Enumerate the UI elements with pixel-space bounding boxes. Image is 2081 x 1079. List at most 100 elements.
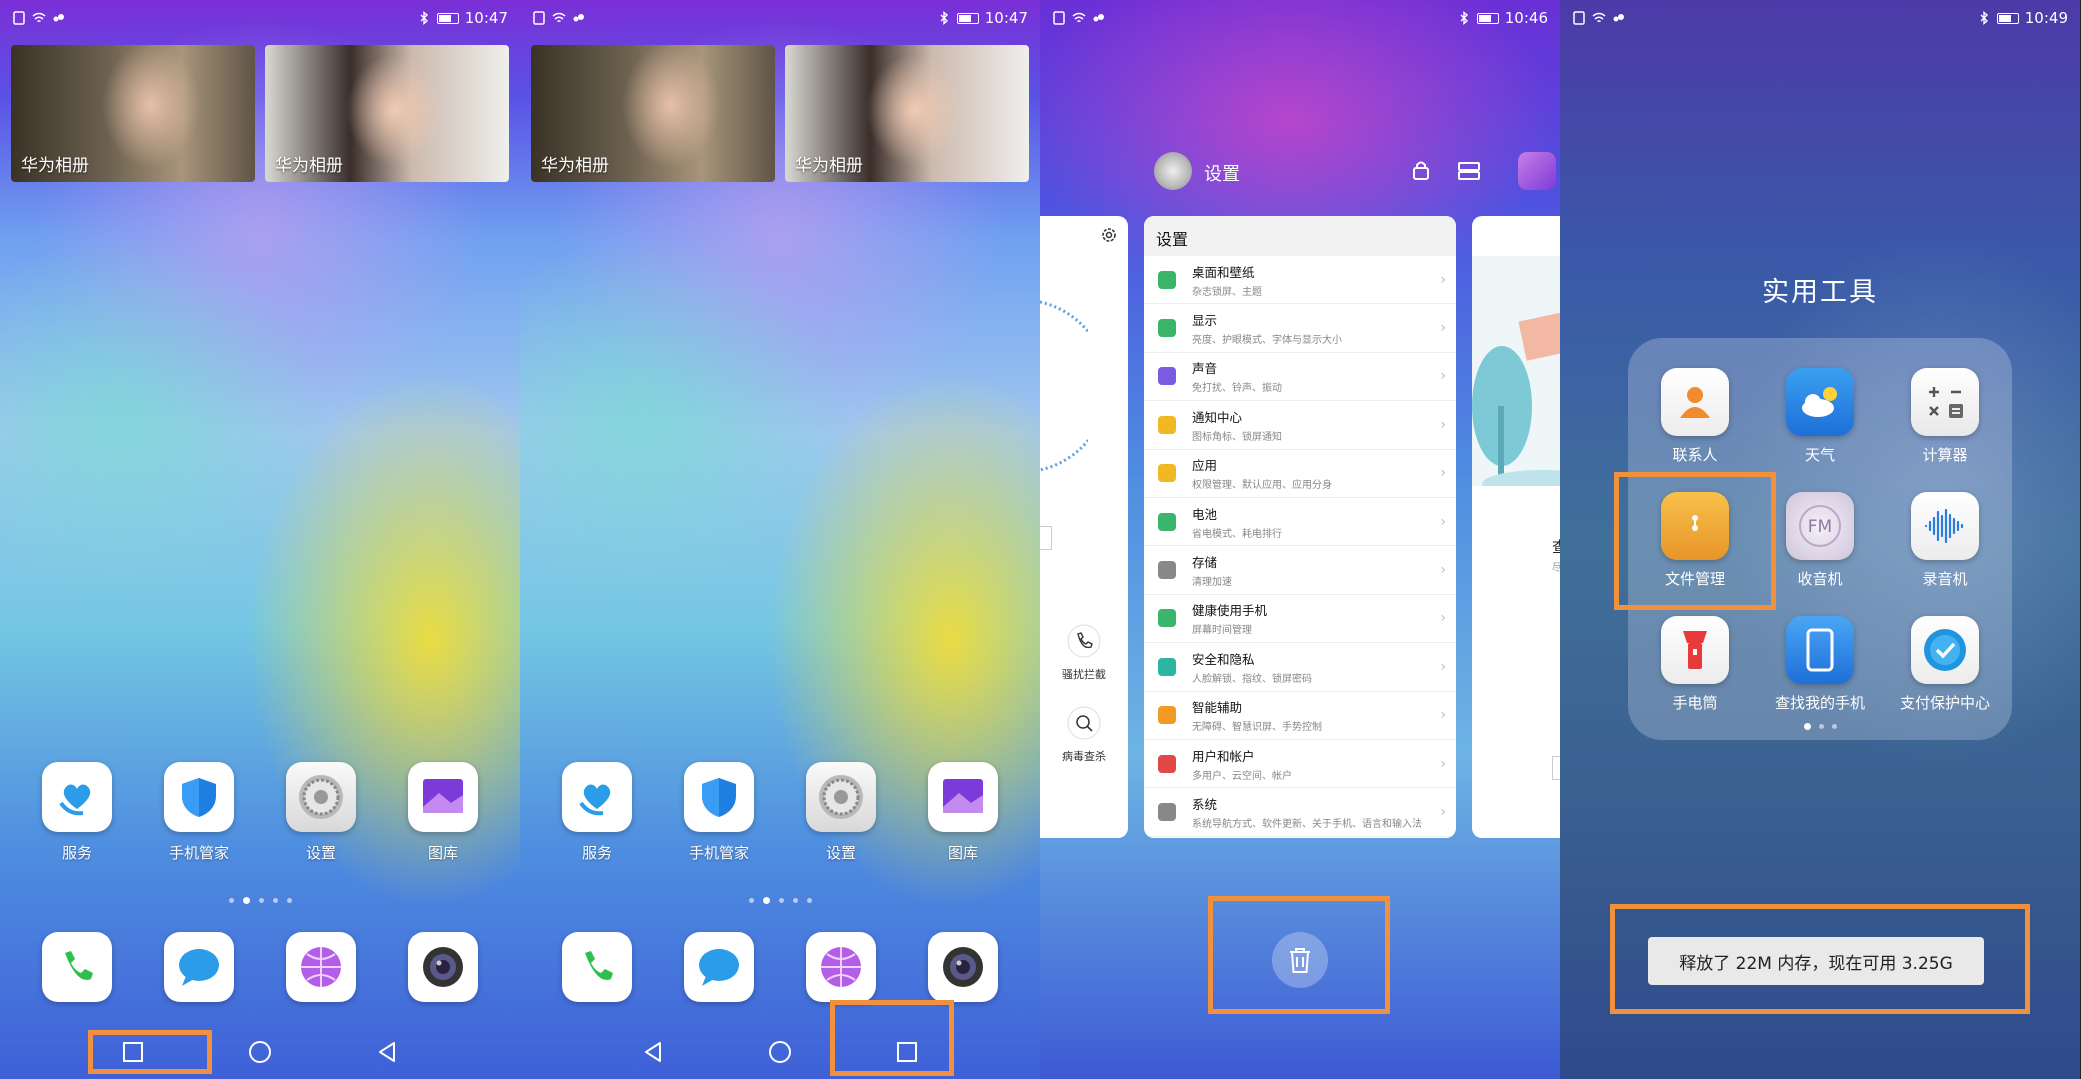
lock-icon[interactable] <box>1412 160 1430 180</box>
app-row: 服务 手机管家 设置 图库 <box>520 762 1040 863</box>
recent-app-title: 设置 <box>1204 164 1240 185</box>
settings-row[interactable]: 通知中心 图标角标、锁屏通知 › <box>1144 401 1456 450</box>
photo-caption: 华为相册 <box>275 156 343 176</box>
settings-row[interactable]: 系统 系统导航方式、软件更新、关于手机、语言和输入法 › <box>1144 788 1456 837</box>
settings-row[interactable]: 安全和隐私 人脸解锁、指纹、锁屏密码 › <box>1144 643 1456 692</box>
message-icon[interactable] <box>684 932 754 1002</box>
app-find-phone[interactable]: 查找我的手机 <box>1765 616 1875 713</box>
app-settings[interactable]: 设置 <box>271 762 371 863</box>
virus-scan-item[interactable]: 病毒查杀 <box>1044 706 1124 764</box>
settings-app-icon[interactable] <box>1154 152 1192 190</box>
status-time: 10:47 <box>984 9 1028 27</box>
weather-icon <box>1786 368 1854 436</box>
settings-row-subtitle: 屏幕时间管理 <box>1192 625 1252 637</box>
settings-row[interactable]: 显示 亮度、护眼模式、字体与显示大小 › <box>1144 304 1456 353</box>
split-screen-icon[interactable] <box>1458 162 1480 180</box>
dock <box>520 932 1040 1002</box>
settings-row-subtitle: 系统导航方式、软件更新、关于手机、语言和输入法 <box>1192 818 1422 830</box>
gallery-card[interactable]: 查 尽 <box>1472 216 1560 838</box>
back-triangle-icon[interactable] <box>633 1036 673 1068</box>
heart-hand-icon <box>562 762 632 832</box>
svg-text:FM: FM <box>1808 517 1832 537</box>
home-circle-icon[interactable] <box>760 1036 800 1068</box>
chevron-right-icon: › <box>1440 707 1446 724</box>
photo-caption: 华为相册 <box>21 156 89 176</box>
app-label: 设置 <box>825 844 856 862</box>
phone-icon[interactable] <box>562 932 632 1002</box>
settings-row[interactable]: 用户和帐户 多用户、云空间、帐户 › <box>1144 740 1456 789</box>
status-bar: 10:47 <box>0 0 520 36</box>
app-phone-manager[interactable]: 手机管家 <box>149 762 249 863</box>
spam-block-item[interactable]: 骚扰拦截 <box>1044 624 1124 682</box>
settings-row-text: 存储 清理加速 <box>1192 552 1440 588</box>
settings-row-text: 通知中心 图标角标、锁屏通知 <box>1192 407 1440 443</box>
settings-row[interactable]: 健康使用手机 屏幕时间管理 › <box>1144 595 1456 644</box>
phone-icon[interactable] <box>42 932 112 1002</box>
folder-title: 实用工具 <box>1762 277 1878 308</box>
home-circle-icon[interactable] <box>240 1036 280 1068</box>
app-payment-protect[interactable]: 支付保护中心 <box>1890 616 2000 713</box>
page-dot-active <box>762 897 770 904</box>
page-dot-active <box>1803 723 1811 730</box>
notification-icon <box>1573 11 1585 25</box>
virus-scan-icon <box>1067 706 1101 740</box>
settings-row[interactable]: 应用 权限管理、默认应用、应用分身 › <box>1144 450 1456 498</box>
app-recorder[interactable]: 录音机 <box>1890 492 2000 589</box>
app-gallery[interactable]: 图库 <box>913 762 1013 863</box>
app-weather[interactable]: 天气 <box>1765 368 1875 465</box>
highlight-recent-button <box>88 1030 212 1074</box>
app-gallery[interactable]: 图库 <box>393 762 493 863</box>
browser-icon[interactable] <box>286 932 356 1002</box>
find-phone-icon <box>1786 616 1854 684</box>
gear-icon[interactable] <box>1100 226 1118 244</box>
page-dot <box>1818 724 1824 729</box>
settings-row-title: 系统 <box>1192 796 1218 812</box>
app-fm-radio[interactable]: FM 收音机 <box>1765 492 1875 589</box>
app-phone-manager[interactable]: 手机管家 <box>669 762 769 863</box>
settings-row-text: 应用 权限管理、默认应用、应用分身 <box>1192 455 1440 491</box>
settings-row[interactable]: 声音 免打扰、铃声、振动 › <box>1144 353 1456 402</box>
photo-card[interactable]: 华为相册 <box>531 45 775 182</box>
photo-card[interactable]: 华为相册 <box>785 45 1029 182</box>
app-label: 服务 <box>581 844 612 862</box>
settings-row[interactable]: 电池 省电模式、耗电排行 › <box>1144 498 1456 547</box>
camera-icon[interactable] <box>928 932 998 1002</box>
app-flashlight[interactable]: 手电筒 <box>1640 616 1750 713</box>
bluetooth-icon <box>940 11 948 25</box>
app-settings[interactable]: 设置 <box>791 762 891 863</box>
app-contacts[interactable]: 联系人 <box>1640 368 1750 465</box>
back-triangle-icon[interactable] <box>367 1036 407 1068</box>
chevron-right-icon: › <box>1440 755 1446 772</box>
message-icon[interactable] <box>164 932 234 1002</box>
gallery-icon <box>928 762 998 832</box>
settings-row-title: 通知中心 <box>1192 409 1243 425</box>
chevron-right-icon: › <box>1440 368 1446 385</box>
gallery-app-icon[interactable] <box>1518 152 1556 190</box>
app-label: 收音机 <box>1797 570 1843 588</box>
app-label: 服务 <box>61 844 92 862</box>
settings-row[interactable]: 存储 清理加速 › <box>1144 546 1456 595</box>
phone-manager-card[interactable]: 骚扰拦截 病毒查杀 <box>1040 216 1128 838</box>
battery-icon <box>1476 12 1499 24</box>
chevron-right-icon: › <box>1440 610 1446 627</box>
settings-row[interactable]: 智能辅助 无障碍、智慧识屏、手势控制 › <box>1144 692 1456 740</box>
shield-icon <box>164 762 234 832</box>
settings-row-title: 桌面和壁纸 <box>1192 264 1255 280</box>
page-dot <box>806 898 812 903</box>
photo-card[interactable]: 华为相册 <box>265 45 509 182</box>
app-service[interactable]: 服务 <box>27 762 127 863</box>
page-dot <box>748 898 754 903</box>
app-calculator[interactable]: 计算器 <box>1890 368 2000 465</box>
photo-card[interactable]: 华为相册 <box>11 45 255 182</box>
chevron-right-icon: › <box>1440 562 1446 579</box>
app-service[interactable]: 服务 <box>547 762 647 863</box>
gallery-icon <box>408 762 478 832</box>
app-label: 联系人 <box>1672 446 1718 464</box>
settings-row-subtitle: 人脸解锁、指纹、锁屏密码 <box>1192 673 1312 685</box>
camera-icon[interactable] <box>408 932 478 1002</box>
settings-row[interactable]: 桌面和壁纸 杂志锁屏、主题 › <box>1144 256 1456 305</box>
highlight-recent-button <box>830 1000 954 1076</box>
settings-card[interactable]: 设置 桌面和壁纸 杂志锁屏、主题 › 显示 亮度、护眼模式、字体与显示大小 › 声音 免打扰、… <box>1144 216 1456 838</box>
bluetooth-icon <box>1980 11 1988 25</box>
browser-icon[interactable] <box>806 932 876 1002</box>
